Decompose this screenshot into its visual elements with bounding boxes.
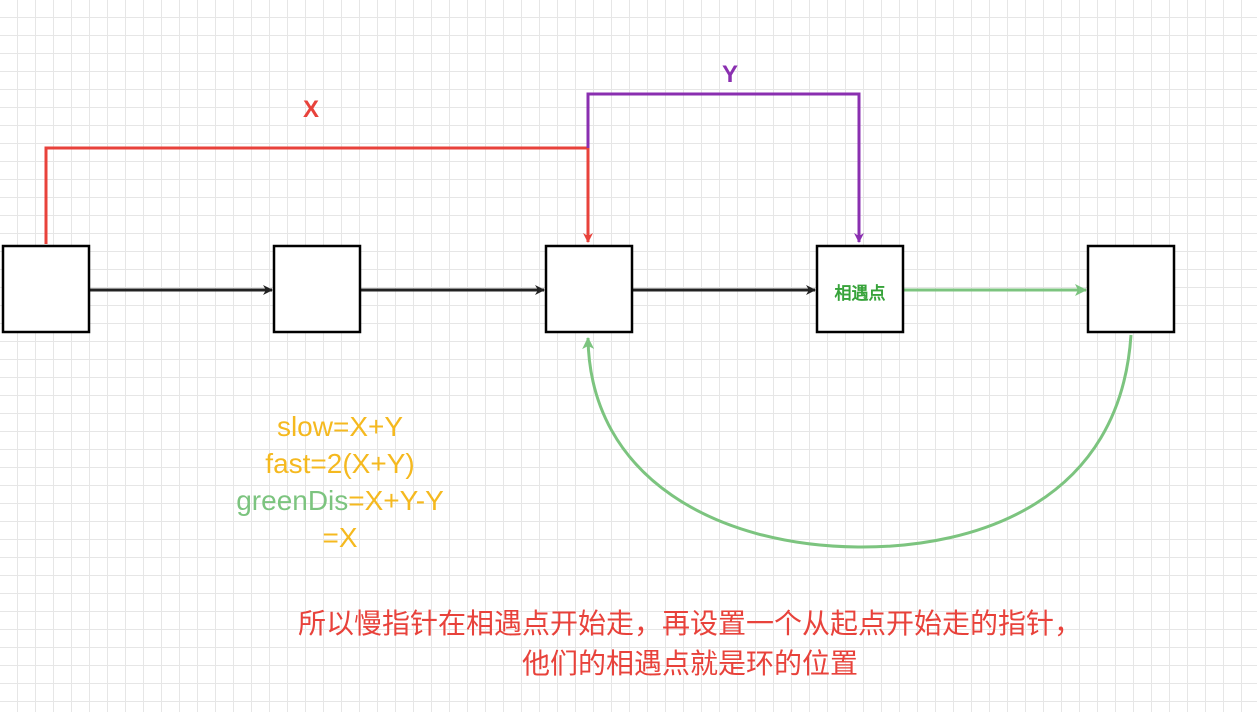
slow-formula: slow=X+Y bbox=[276, 411, 404, 442]
green-distance-formula: greenDis=X+Y-Y bbox=[200, 482, 480, 519]
result-formula: =X bbox=[322, 522, 358, 553]
y-distance-label: Y bbox=[722, 61, 739, 88]
list-node-3-cycle-entry bbox=[544, 244, 634, 334]
explanation-line-1: 所以慢指针在相遇点开始走，再设置一个从起点开始走的指针， bbox=[297, 607, 1082, 640]
list-node-5 bbox=[1086, 244, 1176, 334]
x-distance-path bbox=[44, 146, 593, 244]
y-distance-path bbox=[586, 92, 864, 243]
list-node-2 bbox=[272, 244, 362, 334]
fast-formula: fast=2(X+Y) bbox=[265, 448, 415, 479]
explanation-note: 所以慢指针在相遇点开始走，再设置一个从起点开始走的指针， 他们的相遇点就是环的位… bbox=[150, 604, 1230, 684]
formula-block: slow=X+Y fast=2(X+Y) greenDis=X+Y-Y =X bbox=[200, 408, 480, 556]
cycle-loop-arrow bbox=[582, 334, 1133, 549]
meeting-point-label: 相遇点 bbox=[834, 284, 886, 303]
green-distance-expression: =X+Y-Y bbox=[348, 485, 444, 516]
list-node-1 bbox=[1, 244, 91, 334]
explanation-line-2: 他们的相遇点就是环的位置 bbox=[521, 647, 858, 680]
green-distance-term: greenDis bbox=[236, 485, 349, 516]
x-distance-label: X bbox=[303, 96, 320, 123]
